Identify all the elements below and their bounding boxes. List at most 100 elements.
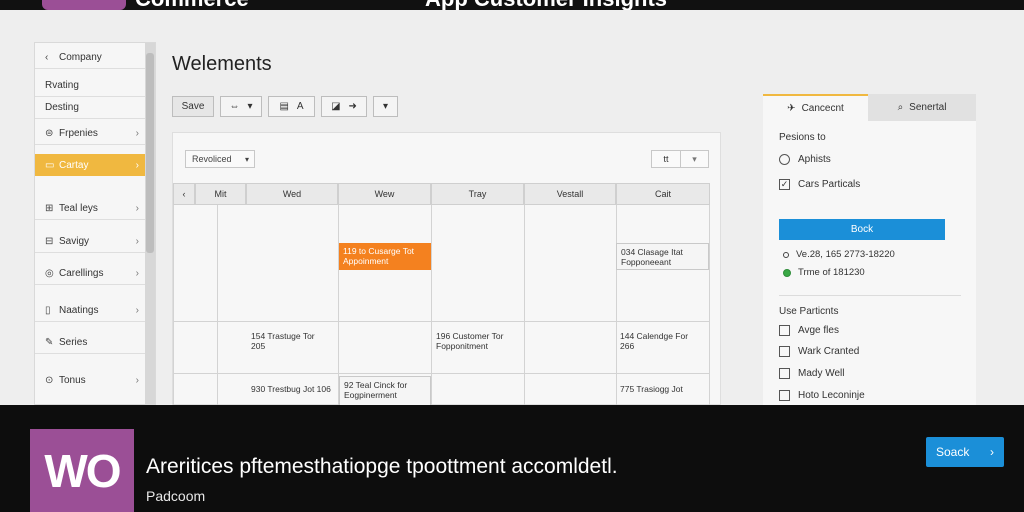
- headline-fragment: App Customer Insights: [425, 0, 667, 10]
- sidebar-item-savigy[interactable]: ⊟ Savigy ›: [35, 231, 145, 253]
- checklist-label: Hoto Leconinje: [798, 390, 865, 401]
- calendar-column-header: Wed: [246, 183, 338, 205]
- info-text: Ve.28, 165 2773-18220: [796, 249, 895, 260]
- plane-icon: ✈: [787, 103, 796, 114]
- chevron-down-icon: ▾: [382, 101, 389, 112]
- sidebar-item-rvating[interactable]: Rvating: [35, 75, 145, 97]
- checklist-label: Wark Cranted: [798, 346, 860, 357]
- sidebar-item-naatings[interactable]: ▯ Naatings ›: [35, 300, 145, 322]
- book-button[interactable]: Bock: [779, 219, 945, 240]
- link-icon: ⇔: [229, 101, 240, 112]
- sidebar-item-label: Desting: [45, 102, 79, 113]
- format-icon: ▤: [279, 101, 289, 112]
- view-filter-value: Revoliced: [192, 154, 232, 164]
- scrollbar-thumb[interactable]: [146, 53, 154, 253]
- option-cars-particals[interactable]: ✓ Cars Particals: [779, 179, 860, 190]
- more-dropdown-button[interactable]: ▾: [373, 96, 398, 117]
- sidebar-item-company[interactable]: ‹ Company: [35, 47, 145, 69]
- checkbox-checked[interactable]: ✓: [779, 179, 790, 190]
- sidebar-item-desting[interactable]: Desting: [35, 97, 145, 119]
- calendar-prev-button[interactable]: ‹: [173, 183, 195, 205]
- grid-line: [173, 321, 710, 322]
- checklist-item[interactable]: Mady Well: [779, 368, 845, 379]
- status-ok-icon: [783, 268, 791, 277]
- checklist-item[interactable]: Avge fles: [779, 325, 839, 336]
- banner-subhead: Padcoom: [146, 488, 206, 504]
- clock-icon: ⊙: [45, 374, 54, 386]
- app-window: ‹ Company Rvating Desting ⊜ Frpenies › ▭…: [0, 10, 1024, 406]
- sidebar-item-label: Company: [59, 52, 102, 63]
- text-icon: A: [296, 101, 304, 112]
- chevron-down-icon: ▾: [247, 101, 253, 112]
- chevron-right-icon: ›: [135, 268, 139, 279]
- sidebar-item-cartay[interactable]: ▭ Cartay ›: [35, 154, 145, 176]
- bullet-icon: [783, 251, 789, 258]
- info-text: Trme of 181230: [798, 267, 865, 278]
- section-heading: Pesions to: [779, 132, 826, 143]
- align-icon: ◪: [331, 101, 341, 112]
- calendar-icon: ▭: [45, 159, 55, 171]
- calendar-column-header: Mit: [195, 183, 246, 205]
- sidebar-item-label: Series: [59, 337, 88, 348]
- savings-icon: ⊟: [45, 236, 54, 247]
- option-aphists[interactable]: Aphists: [779, 154, 831, 165]
- sidebar-item-series[interactable]: ✎ Series: [35, 332, 145, 354]
- chevron-down-icon: ▾: [244, 154, 249, 164]
- section-heading: Use Particnts: [779, 306, 839, 317]
- secondary-filter-select[interactable]: tt ▾: [651, 150, 709, 168]
- chevron-down-icon: ▾: [692, 153, 697, 164]
- sidebar-scrollbar[interactable]: [145, 43, 155, 404]
- format-button[interactable]: ▤ A: [268, 96, 315, 117]
- sidebar-item-label: Naatings: [59, 305, 99, 316]
- grid-line: [431, 205, 432, 406]
- chevron-right-icon: ›: [135, 236, 139, 247]
- sidebar-item-carellings[interactable]: ◎ Carellings ›: [35, 263, 145, 285]
- move-button[interactable]: ◪ ➜: [321, 96, 367, 117]
- grid-line: [173, 205, 174, 406]
- option-label: Cars Particals: [798, 179, 861, 190]
- grid-line: [709, 205, 710, 406]
- tab-cancecnt[interactable]: ✈ Cancecnt: [763, 94, 868, 121]
- brand-name-fragment: Commerce: [135, 0, 249, 10]
- sidebar-item-tonus[interactable]: ⊙ Tonus ›: [35, 369, 145, 391]
- chevron-right-icon: ›: [135, 374, 139, 386]
- checkbox[interactable]: [779, 325, 790, 336]
- calendar-event[interactable]: 034 Clasage Itat Fopponeeant: [616, 243, 709, 270]
- save-button[interactable]: Save: [172, 96, 214, 117]
- calls-icon: ◎: [45, 268, 54, 279]
- tab-senertal[interactable]: ⌕ Senertal: [868, 94, 976, 121]
- calendar-event[interactable]: 154 Trastuge Tor 205: [247, 328, 335, 354]
- banner-cta-button[interactable]: Soack ›: [926, 437, 1004, 467]
- search-icon: ⌕: [897, 102, 904, 113]
- view-filter-select[interactable]: Revoliced ▾: [185, 150, 255, 168]
- link-dropdown-button[interactable]: ⇔ ▾: [220, 96, 262, 117]
- radio-button[interactable]: [779, 154, 790, 165]
- grid-line: [217, 205, 218, 406]
- checklist-item[interactable]: Hoto Leconinje: [779, 390, 865, 401]
- checkbox[interactable]: [779, 390, 790, 401]
- calendar-event[interactable]: 930 Trestbug Jot 106: [247, 381, 335, 397]
- checklist-item[interactable]: Wark Cranted: [779, 346, 859, 357]
- calendar-event[interactable]: 144 Calendge For 266: [616, 328, 708, 354]
- info-line: Trme of 181230: [783, 267, 865, 278]
- calendar-event[interactable]: 92 Teal Cinck for Eogpinerment: [339, 376, 431, 406]
- panel-tabs: ✈ Cancecnt ⌕ Senertal: [763, 94, 976, 121]
- back-arrow-icon: ‹: [45, 52, 49, 63]
- calendar-event[interactable]: 119 to Cusarge Tot Appoinment: [339, 243, 431, 270]
- chevron-right-icon: ›: [135, 305, 139, 316]
- sidebar-item-label: Rvating: [45, 80, 79, 91]
- promo-banner: WO Areritices pftemesthatiopge tpoottmen…: [0, 405, 1024, 512]
- divider: [779, 295, 961, 296]
- chevron-left-icon: ‹: [182, 189, 186, 199]
- calendar-event[interactable]: 196 Customer Tor Fopponitment: [432, 328, 522, 354]
- notes-icon: ▯: [45, 305, 51, 316]
- tab-label: Cancecnt: [801, 103, 844, 114]
- cta-label: Soack: [936, 445, 970, 459]
- checkbox[interactable]: [779, 368, 790, 379]
- checkbox[interactable]: [779, 346, 790, 357]
- sidebar-item-frpenies[interactable]: ⊜ Frpenies ›: [35, 123, 145, 145]
- sidebar-item-teal-leys[interactable]: ⊞ Teal leys ›: [35, 198, 145, 220]
- calendar-event[interactable]: 775 Trasiogg Jot: [616, 381, 708, 397]
- pencil-icon: ✎: [45, 337, 54, 348]
- chevron-right-icon: ›: [135, 159, 139, 171]
